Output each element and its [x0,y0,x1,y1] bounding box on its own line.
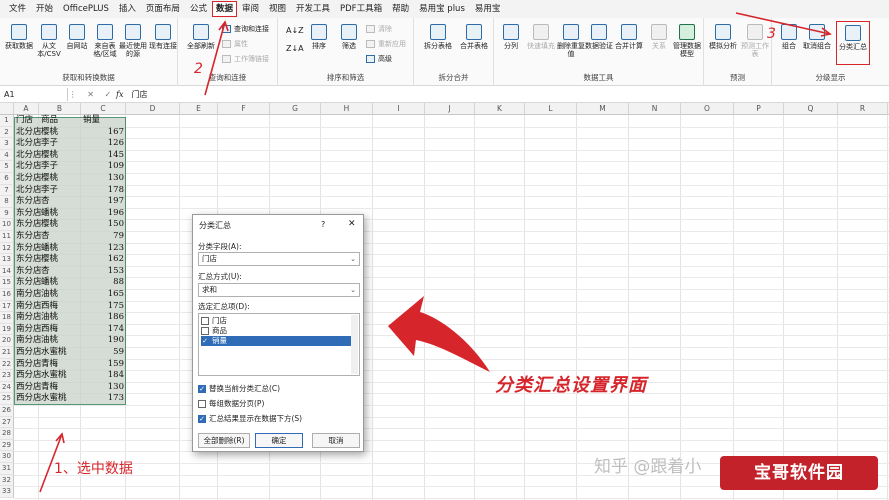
step2-label: 2 [194,61,203,77]
step1-label: 1、选中数据 [54,461,133,477]
zhihu-watermark: 知乎 @跟着小 [594,457,702,477]
callout-label: 分类汇总设置界面 [495,375,647,396]
site-logo: 宝哥软件园 [720,456,878,490]
big-red-arrow-icon [388,296,490,372]
annotation-arrows [39,12,832,493]
arrow-step3 [735,12,831,35]
step3-label: 3 [767,26,776,42]
arrow-step2 [204,21,226,96]
